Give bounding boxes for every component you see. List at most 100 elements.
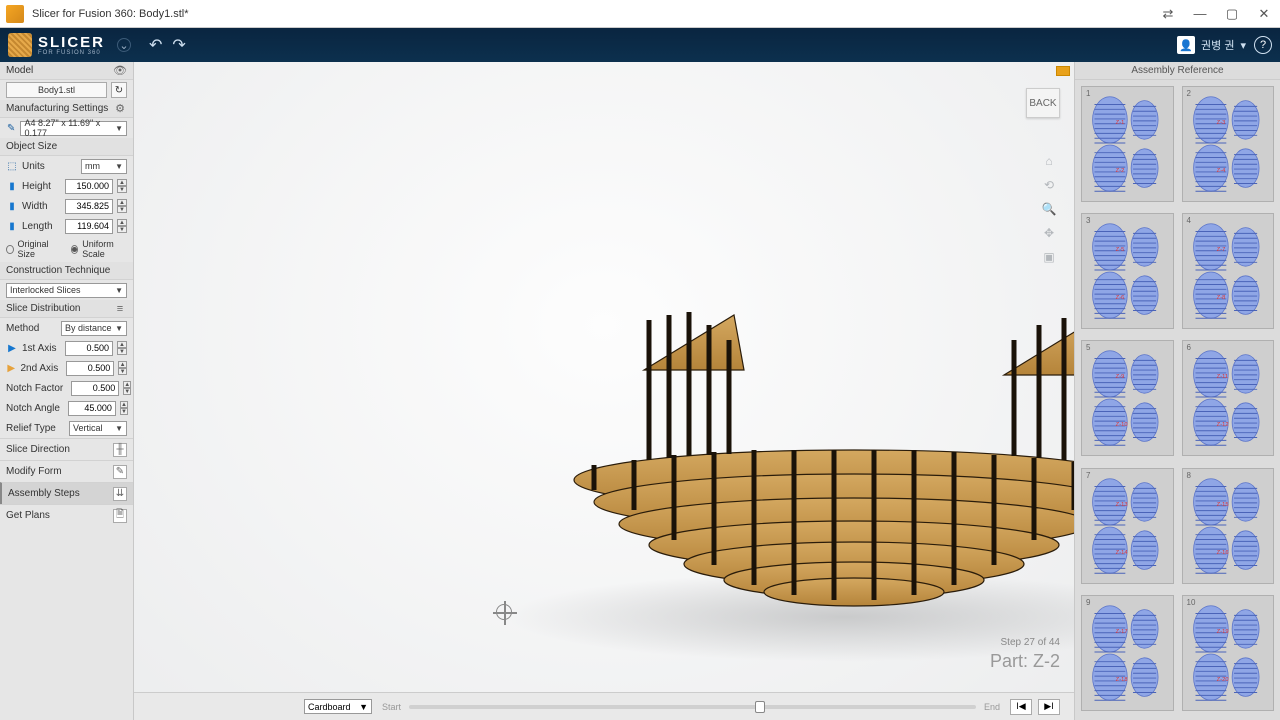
length-up[interactable]: ▲ — [117, 219, 127, 226]
timeline-start-label: Start — [382, 702, 401, 712]
method-select[interactable]: By distance▼ — [61, 321, 127, 336]
sheet-number: 8 — [1187, 471, 1191, 480]
step-back-button[interactable]: I◀ — [1010, 699, 1032, 715]
chromeless-icon[interactable]: ⇄ — [1152, 0, 1184, 28]
length-input[interactable] — [65, 219, 113, 234]
redo-button[interactable]: ↷ — [172, 35, 185, 55]
sheet-thumb-9[interactable]: 9 Z-17 Z-18 — [1081, 595, 1174, 711]
modify-form-button[interactable]: Modify Form ✎ — [0, 460, 133, 482]
minimize-button[interactable]: — — [1184, 0, 1216, 28]
svg-text:Z-18: Z-18 — [1116, 677, 1128, 683]
material-select[interactable]: Cardboard▼ — [304, 699, 372, 714]
viewport-3d[interactable]: BACK ⌂ ⟲ 🔍 ✥ ▣ — [134, 62, 1074, 720]
user-name: 권병 권 — [1201, 37, 1234, 53]
app-subtitle: FOR FUSION 360 — [38, 50, 105, 56]
svg-text:Z-12: Z-12 — [1216, 422, 1228, 428]
home-view-icon[interactable]: ⌂ — [1040, 152, 1058, 170]
slicer-logo-icon — [8, 33, 32, 57]
svg-text:Z-17: Z-17 — [1116, 629, 1128, 635]
sheet-thumb-10[interactable]: 10Z-19Z-20 — [1182, 595, 1275, 711]
sheet-number: 3 — [1086, 216, 1090, 225]
svg-text:Z-6: Z-6 — [1116, 295, 1125, 301]
axis1-input[interactable] — [65, 341, 113, 356]
slice-direction-button[interactable]: Slice Direction ╫ — [0, 438, 133, 460]
slice-direction-icon: ╫ — [113, 443, 127, 457]
notch-factor-input[interactable] — [71, 381, 119, 396]
get-plans-icon: 🗎 — [113, 509, 127, 523]
height-input[interactable] — [65, 179, 113, 194]
construction-select[interactable]: Interlocked Slices▼ — [6, 283, 127, 298]
svg-text:Z-8: Z-8 — [1216, 295, 1225, 301]
bottom-bar: Cardboard▼ Start End I◀ ▶I — [134, 692, 1074, 720]
user-menu[interactable]: 👤 권병 권 ▾ — [1177, 36, 1246, 54]
fit-icon[interactable]: ▣ — [1040, 248, 1058, 266]
sheet-thumb-1[interactable]: 1Z-1Z-2 — [1081, 86, 1174, 202]
svg-text:Z-10: Z-10 — [1116, 422, 1128, 428]
sheet-thumb-2[interactable]: 2Z-3Z-4 — [1182, 86, 1275, 202]
close-button[interactable]: ✕ — [1248, 0, 1280, 28]
pan-icon[interactable]: ✥ — [1040, 224, 1058, 242]
window-title: Slicer for Fusion 360: Body1.stl* — [30, 8, 1152, 20]
get-plans-button[interactable]: Get Plans 🗎 — [0, 504, 133, 526]
length-down[interactable]: ▼ — [117, 226, 127, 233]
width-down[interactable]: ▼ — [117, 206, 127, 213]
original-size-radio[interactable] — [6, 245, 14, 254]
zoom-icon[interactable]: 🔍 — [1040, 200, 1058, 218]
maximize-button[interactable]: ▢ — [1216, 0, 1248, 28]
notch-angle-input[interactable] — [68, 401, 116, 416]
distribution-icon[interactable]: ≡ — [113, 302, 127, 316]
units-icon: ⬚ — [6, 160, 18, 172]
sheet-thumb-4[interactable]: 4 Z-7 Z-8 — [1182, 213, 1275, 329]
step-forward-button[interactable]: ▶I — [1038, 699, 1060, 715]
assembly-steps-icon: ⇊ — [113, 487, 127, 501]
axis2-icon: ▶ — [6, 362, 16, 374]
sheet-thumb-3[interactable]: 3Z-5Z-6 — [1081, 213, 1174, 329]
sheet-thumb-7[interactable]: 7Z-13Z-14 — [1081, 468, 1174, 584]
app-menu-icon[interactable]: ⌄ — [117, 38, 131, 52]
relief-select[interactable]: Vertical▼ — [69, 421, 127, 436]
app-icon — [6, 5, 24, 23]
height-down[interactable]: ▼ — [117, 186, 127, 193]
object-size-header: Object Size — [0, 138, 133, 156]
help-button[interactable]: ? — [1254, 36, 1272, 54]
svg-text:Z-9: Z-9 — [1116, 374, 1125, 380]
pencil-icon[interactable]: ✎ — [6, 122, 16, 134]
undo-button[interactable]: ↶ — [149, 35, 162, 55]
svg-text:Z-7: Z-7 — [1216, 247, 1225, 253]
width-input[interactable] — [65, 199, 113, 214]
window-titlebar: Slicer for Fusion 360: Body1.stl* ⇄ — ▢ … — [0, 0, 1280, 28]
uniform-scale-radio[interactable] — [71, 245, 79, 254]
svg-text:Z-14: Z-14 — [1116, 550, 1129, 556]
assembly-timeline: Start End — [382, 702, 1000, 712]
width-up[interactable]: ▲ — [117, 199, 127, 206]
sheet-number: 4 — [1187, 216, 1191, 225]
construction-header: Construction Technique — [0, 262, 133, 280]
model-preview — [534, 280, 1074, 620]
assembly-steps-button[interactable]: Assembly Steps ⇊ — [0, 482, 133, 504]
units-select[interactable]: mm▼ — [81, 159, 127, 174]
svg-text:Z-11: Z-11 — [1216, 374, 1227, 380]
view-nav-tools: ⌂ ⟲ 🔍 ✥ ▣ — [1038, 152, 1060, 266]
sheet-thumb-6[interactable]: 6 Z-11 Z-12 — [1182, 340, 1275, 456]
timeline-track[interactable] — [409, 705, 976, 709]
height-up[interactable]: ▲ — [117, 179, 127, 186]
sheet-number: 6 — [1187, 343, 1191, 352]
assembly-reference-panel: Assembly Reference 1Z-1Z-22Z-3Z-43Z-5Z-6… — [1074, 62, 1280, 720]
model-name-button[interactable]: Body1.stl — [6, 82, 107, 98]
sheet-preset-select[interactable]: A4 8.27" x 11.69" x 0.177▼ — [20, 121, 127, 136]
step-info: Step 27 of 44 Part: Z-2 — [990, 637, 1060, 672]
panel-toggle-button[interactable] — [1056, 66, 1070, 76]
reload-model-button[interactable]: ↻ — [111, 82, 127, 98]
sheet-thumb-8[interactable]: 8Z-15Z-16 — [1182, 468, 1275, 584]
sheet-number: 1 — [1086, 89, 1090, 98]
sheet-number: 9 — [1086, 598, 1090, 607]
eye-icon[interactable]: 👁 — [113, 64, 127, 78]
gear-icon[interactable]: ⚙ — [113, 102, 127, 116]
sheet-thumb-5[interactable]: 5 Z-9 Z-10 — [1081, 340, 1174, 456]
axis2-input[interactable] — [66, 361, 114, 376]
orbit-icon[interactable]: ⟲ — [1040, 176, 1058, 194]
model-header: Model 👁 — [0, 62, 133, 80]
back-button[interactable]: BACK — [1026, 88, 1060, 118]
sheet-number: 5 — [1086, 343, 1090, 352]
timeline-thumb[interactable] — [755, 701, 765, 713]
